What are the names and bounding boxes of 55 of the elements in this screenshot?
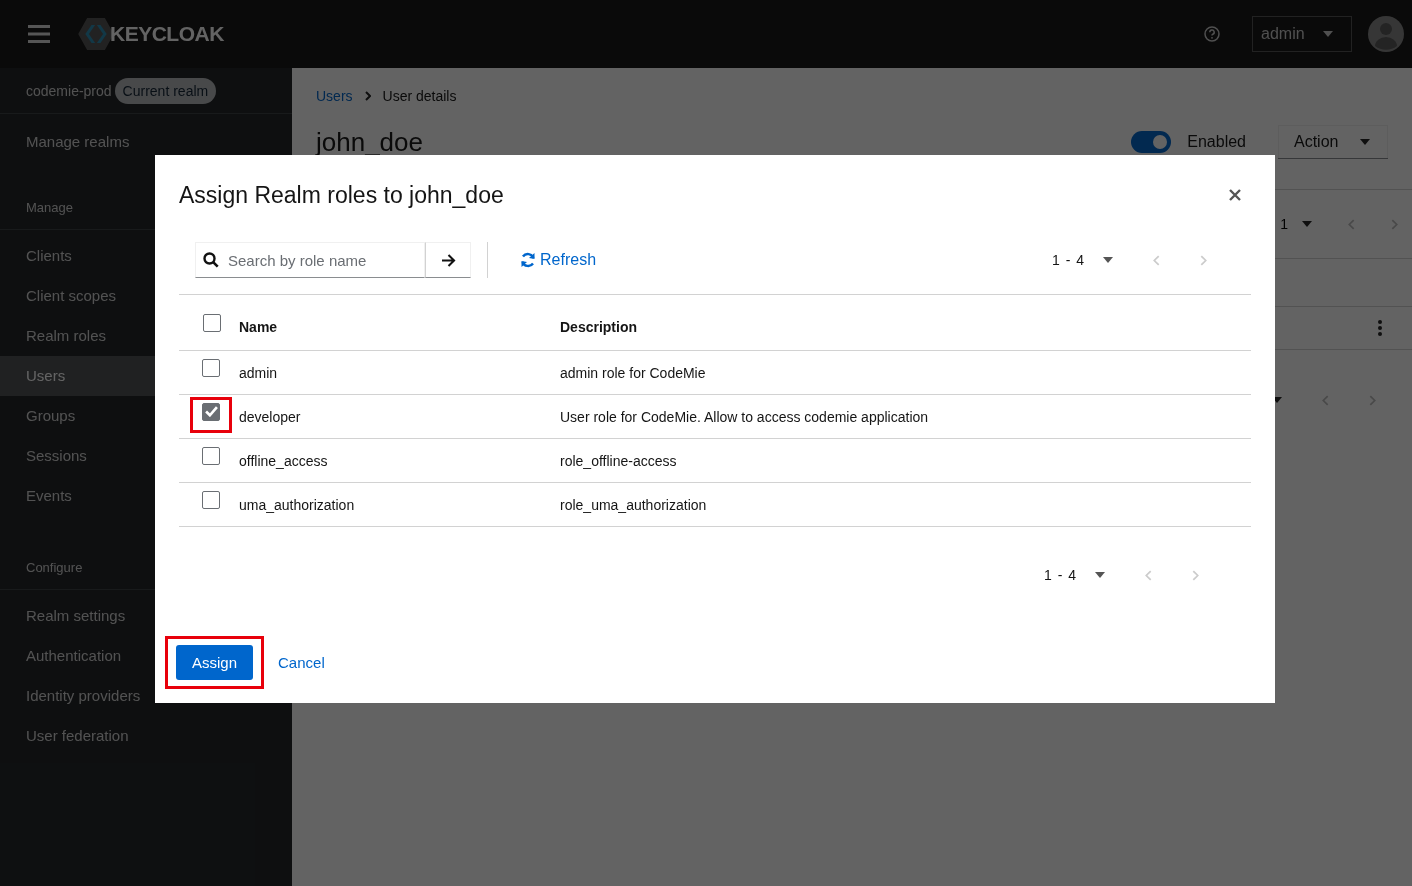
row-checkbox[interactable]	[202, 446, 220, 465]
realm-name: codemie-prod	[26, 82, 112, 99]
table-cell: developer	[239, 394, 560, 439]
previous-page-icon[interactable]	[1145, 569, 1152, 581]
caret-icon	[1360, 138, 1370, 145]
toggle-label: Enabled	[1187, 133, 1246, 151]
previous-page-icon[interactable]	[1153, 254, 1160, 266]
caret-icon	[1323, 31, 1333, 37]
enabled-toggle[interactable]	[1131, 131, 1172, 153]
previous-page-icon[interactable]	[1322, 394, 1329, 406]
search-field[interactable]: Search by role name	[195, 242, 425, 278]
column-header: Name	[239, 294, 560, 351]
table-cell: admin	[239, 350, 560, 395]
select-all-checkbox[interactable]	[203, 313, 221, 332]
refresh-button[interactable]: Refresh	[520, 251, 597, 269]
next-page-icon[interactable]	[1192, 569, 1199, 581]
caret-icon	[1095, 572, 1105, 578]
row-checkbox[interactable]	[202, 402, 220, 421]
table-cell: User role for CodeMie. Allow to access codemie application	[560, 394, 1251, 439]
action-dropdown[interactable]: Action	[1278, 125, 1388, 159]
arrow-right-icon	[440, 253, 456, 267]
table-cell: role_uma_authorization	[560, 482, 1251, 527]
search-icon	[203, 252, 219, 268]
next-page-icon[interactable]	[1391, 218, 1398, 230]
pagination-dropdown[interactable]: 1 - 4	[1044, 567, 1105, 583]
nav-item[interactable]: User federation	[0, 716, 292, 756]
previous-page-icon[interactable]	[1348, 218, 1355, 230]
close-icon[interactable]	[1229, 189, 1241, 201]
cancel-link[interactable]: Cancel	[278, 654, 325, 671]
breadcrumb-current: User details	[382, 88, 457, 104]
help-icon[interactable]	[1204, 26, 1220, 42]
user-menu[interactable]: admin	[1252, 16, 1352, 52]
assign-button[interactable]: Assign	[176, 645, 254, 680]
row-checkbox[interactable]	[202, 358, 220, 377]
realm-badge: Current realm	[114, 77, 217, 104]
avatar-icon[interactable]	[1368, 16, 1404, 52]
table-cell: role_offline-access	[560, 438, 1251, 483]
logo-text: KEYCLOAK	[110, 22, 224, 46]
column-header: Description	[560, 294, 1251, 351]
table-cell: admin role for CodeMie	[560, 350, 1251, 395]
pagination-dropdown[interactable]: 1 - 4	[1052, 252, 1113, 268]
breadcrumb-link[interactable]: Users	[316, 88, 353, 104]
kebab-icon[interactable]	[1378, 320, 1382, 336]
table-cell: uma_authorization	[239, 482, 560, 527]
menu-icon[interactable]	[28, 25, 50, 43]
pagination-count: 1	[1280, 216, 1288, 232]
chevron-icon	[364, 91, 371, 101]
page-title: john_doe	[316, 126, 423, 158]
row-checkbox[interactable]	[202, 490, 220, 509]
next-page-icon[interactable]	[1200, 254, 1207, 266]
caret-icon	[1103, 257, 1113, 263]
table-cell: offline_access	[239, 438, 560, 483]
next-page-icon[interactable]	[1369, 394, 1376, 406]
search-submit-button[interactable]	[425, 242, 471, 278]
refresh-icon	[520, 252, 536, 268]
